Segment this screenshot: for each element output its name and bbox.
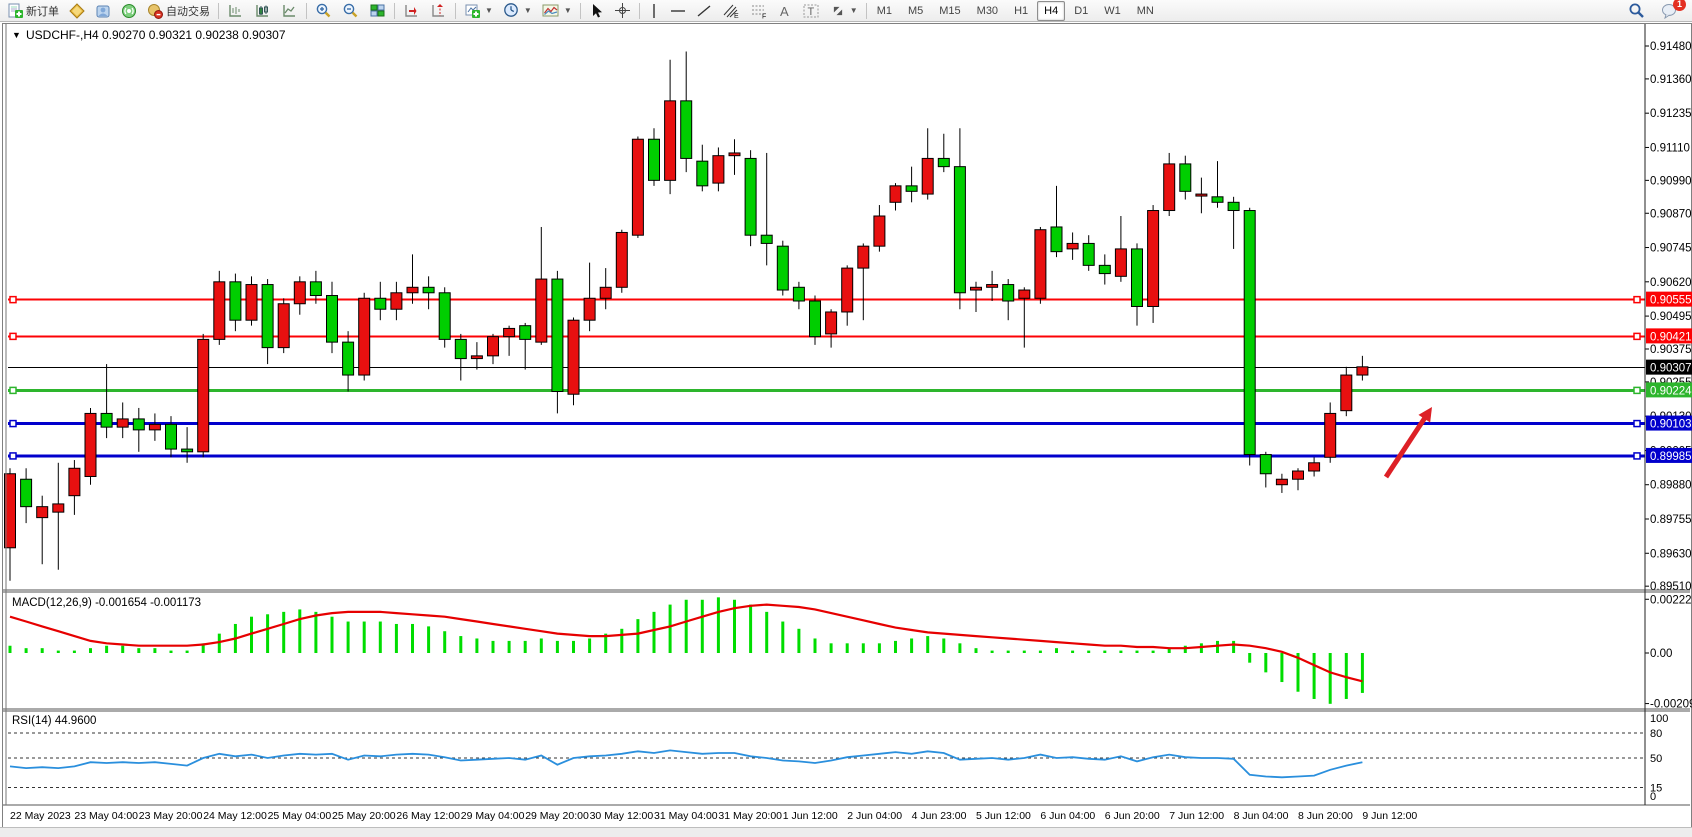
svg-text:0.90375: 0.90375	[1650, 344, 1692, 356]
time-axis-label: 31 May 20:00	[718, 810, 782, 822]
svg-text:100: 100	[1650, 713, 1668, 725]
time-axis-label: 23 May 04:00	[74, 810, 138, 822]
svg-text:0.91360: 0.91360	[1650, 74, 1692, 86]
svg-text:USDCHF-,H4 0.90270 0.90321 0.: USDCHF-,H4 0.90270 0.90321 0.90238 0.903…	[26, 28, 286, 42]
time-axis-label: 6 Jun 04:00	[1040, 810, 1095, 822]
time-axis-label: 31 May 04:00	[654, 810, 718, 822]
svg-text:0.90495: 0.90495	[1650, 311, 1692, 323]
svg-text:0.90307: 0.90307	[1650, 363, 1692, 375]
svg-text:0.89880: 0.89880	[1650, 480, 1692, 492]
time-axis-label: 7 Jun 12:00	[1169, 810, 1224, 822]
svg-text:0: 0	[1650, 791, 1656, 803]
price-axis: 0.91480 0.91360 0.91235 0.91110 0.90990 0.908…	[1645, 41, 1692, 803]
svg-text:0.00222: 0.00222	[1650, 594, 1692, 606]
svg-text:50: 50	[1650, 753, 1662, 765]
svg-text:▼: ▼	[12, 30, 21, 40]
svg-text:0.91235: 0.91235	[1650, 108, 1692, 120]
svg-text:0.89755: 0.89755	[1650, 514, 1692, 526]
svg-text:0.90421: 0.90421	[1650, 331, 1692, 343]
macd-panel: MACD(12,26,9) -0.001654 -0.001173	[10, 597, 1362, 704]
time-axis-label: 9 Jun 12:00	[1362, 810, 1417, 822]
svg-text:0.90555: 0.90555	[1650, 295, 1692, 307]
svg-text:0.90224: 0.90224	[1650, 385, 1692, 397]
time-axis-label: 24 May 12:00	[203, 810, 267, 822]
time-axis-label: 26 May 12:00	[396, 810, 460, 822]
mt4-application-window: 新订单 自动交易	[0, 0, 1692, 837]
time-axis-label: 23 May 20:00	[139, 810, 203, 822]
macd-label: MACD(12,26,9) -0.001654 -0.001173	[12, 597, 201, 609]
time-axis-label: 30 May 12:00	[590, 810, 654, 822]
time-axis: 22 May 202323 May 04:0023 May 20:0024 Ma…	[10, 810, 1417, 822]
svg-text:0.00: 0.00	[1650, 648, 1672, 660]
svg-text:0.89985: 0.89985	[1650, 451, 1692, 463]
svg-text:0.90620: 0.90620	[1650, 277, 1692, 289]
svg-text:0.90745: 0.90745	[1650, 243, 1692, 255]
rsi-line	[10, 750, 1362, 777]
time-axis-label: 1 Jun 12:00	[783, 810, 838, 822]
svg-text:0.90870: 0.90870	[1650, 208, 1692, 220]
time-axis-label: 25 May 04:00	[268, 810, 332, 822]
time-axis-label: 25 May 20:00	[332, 810, 396, 822]
candlesticks-layer	[5, 51, 1368, 580]
svg-text:0.89510: 0.89510	[1650, 581, 1692, 593]
time-axis-label: 29 May 20:00	[525, 810, 589, 822]
status-bar	[0, 827, 1692, 837]
time-axis-label: 22 May 2023	[10, 810, 71, 822]
svg-text:0.89630: 0.89630	[1650, 548, 1692, 560]
time-axis-label: 29 May 04:00	[461, 810, 525, 822]
svg-text:0.90103: 0.90103	[1650, 419, 1692, 431]
time-axis-label: 8 Jun 20:00	[1298, 810, 1353, 822]
time-axis-label: 5 Jun 12:00	[976, 810, 1031, 822]
time-axis-label: 4 Jun 23:00	[912, 810, 967, 822]
price-chart-canvas[interactable]: ▼ USDCHF-,H4 0.90270 0.90321 0.90238 0.90…	[0, 0, 1692, 837]
svg-text:0.90990: 0.90990	[1650, 175, 1692, 187]
time-axis-label: 2 Jun 04:00	[847, 810, 902, 822]
time-axis-label: 6 Jun 20:00	[1105, 810, 1160, 822]
main-price-panel: ▼ USDCHF-,H4 0.90270 0.90321 0.90238 0.90…	[5, 28, 1646, 581]
rsi-label: RSI(14) 44.9600	[12, 715, 96, 727]
svg-text:80: 80	[1650, 728, 1662, 740]
time-axis-label: 8 Jun 04:00	[1234, 810, 1289, 822]
rsi-panel: RSI(14) 44.9600	[8, 715, 1645, 787]
svg-text:0.91480: 0.91480	[1650, 41, 1692, 53]
svg-text:0.91110: 0.91110	[1650, 142, 1690, 154]
